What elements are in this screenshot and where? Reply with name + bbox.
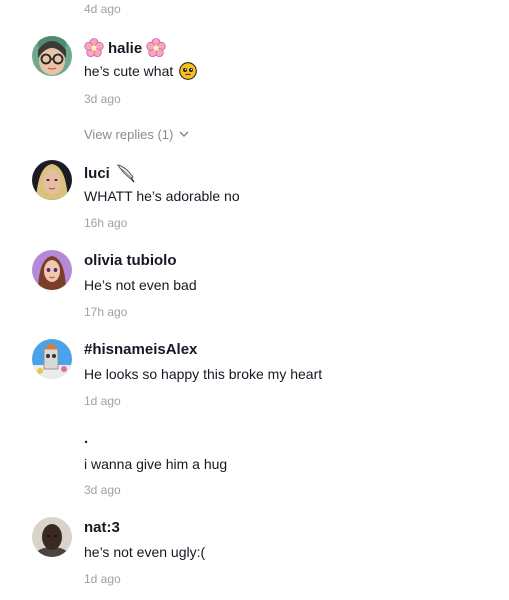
avatar[interactable] [32,36,72,76]
comment-timestamp: 17h ago [84,305,128,319]
view-replies-label: View replies (1) [84,127,174,142]
comment-timestamp: 1d ago [84,572,121,586]
comment-text: he’s cute what [84,62,198,80]
comment-username-text: nat:3 [84,519,120,536]
comment-timestamp: 16h ago [84,216,128,230]
comment-text: he’s not even ugly:( [84,544,206,560]
cherry-blossom-icon [84,38,104,58]
comment-username[interactable]: . [84,430,88,447]
comment-username[interactable]: nat:3 [84,519,120,536]
avatar[interactable] [32,160,72,200]
comment-text: WHATT he’s adorable no [84,188,240,204]
avatar[interactable] [32,250,72,290]
avatar[interactable] [32,339,72,379]
comment-username-text: luci [84,164,110,182]
comment-text: He’s not even bad [84,277,197,293]
avatar[interactable] [32,517,72,557]
comment-username-text: . [84,430,89,447]
comment-username[interactable]: halie [84,38,166,58]
comment-username[interactable]: luci [84,162,136,184]
comment-timestamp: 4d ago [84,2,121,16]
pleading-face-icon [179,62,198,80]
comment-text: i wanna give him a hug [84,456,228,472]
cherry-blossom-icon [146,38,166,58]
chevron-down-icon [179,131,189,138]
comment-text-content: he’s cute what [84,63,174,79]
comment-username[interactable]: #hisnameisAlex [84,341,197,358]
comment-username-text: halie [108,39,143,57]
view-replies-button[interactable]: View replies (1) [84,127,189,142]
comment-username[interactable]: olivia tubiolo [84,252,177,269]
feather-pen-icon [114,162,136,184]
comment-timestamp: 3d ago [84,483,121,497]
comment-username-text: #hisnameisAlex [84,341,198,358]
comment-text: He looks so happy this broke my heart [84,366,323,382]
comment-timestamp: 1d ago [84,394,121,408]
comment-username-text: olivia tubiolo [84,252,177,269]
comment-timestamp: 3d ago [84,92,121,106]
